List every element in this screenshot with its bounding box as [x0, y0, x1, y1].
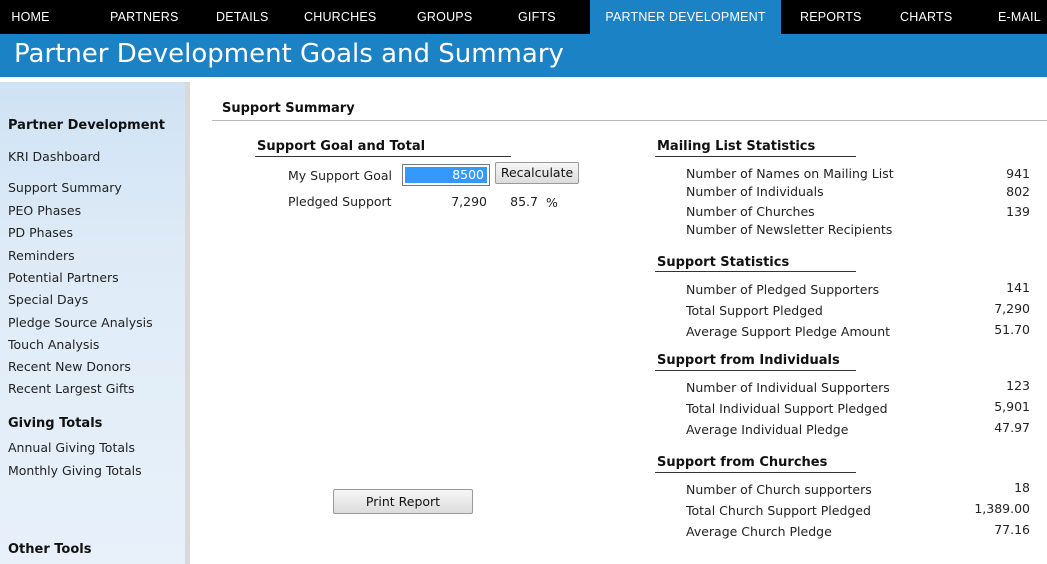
stat-label: Number of Individuals	[686, 184, 824, 199]
support-goal-underline	[255, 156, 511, 157]
sidebar-item-support-summary[interactable]: Support Summary	[8, 180, 122, 195]
stat-value: 141	[1006, 280, 1030, 295]
stat-label: Number of Pledged Supporters	[686, 282, 880, 297]
sidebar-item-annual-giving-totals[interactable]: Annual Giving Totals	[8, 440, 135, 455]
sidebar-item-special-days[interactable]: Special Days	[8, 292, 88, 307]
nav-churches[interactable]: CHURCHES	[304, 0, 376, 34]
stat-label: Total Support Pledged	[686, 303, 823, 318]
stat-label: Average Church Pledge	[686, 524, 832, 539]
nav-email[interactable]: E-MAIL	[998, 0, 1041, 34]
stat-label: Average Support Pledge Amount	[686, 324, 891, 339]
section-title: Support Summary	[222, 101, 355, 116]
stat-value: 18	[1014, 480, 1030, 495]
support-goal-value: 8500	[405, 167, 487, 183]
nav-details[interactable]: DETAILS	[216, 0, 269, 34]
support-statistics-underline	[655, 271, 856, 272]
sidebar-item-pledge-source-analysis[interactable]: Pledge Source Analysis	[8, 315, 153, 330]
stat-value: 1,389.00	[974, 501, 1030, 516]
sidebar-heading-giving-totals: Giving Totals	[8, 416, 103, 431]
stat-label: Number of Individual Supporters	[686, 380, 890, 395]
stat-value: 51.70	[994, 322, 1030, 337]
sidebar-item-reminders[interactable]: Reminders	[8, 248, 75, 263]
sidebar-item-monthly-giving-totals[interactable]: Monthly Giving Totals	[8, 463, 142, 478]
recalculate-button[interactable]: Recalculate	[495, 162, 579, 184]
stat-value: 123	[1006, 378, 1030, 393]
nav-reports[interactable]: REPORTS	[800, 0, 862, 34]
support-goal-heading: Support Goal and Total	[257, 139, 426, 154]
sidebar-heading-other-tools: Other Tools	[8, 542, 92, 557]
sidebar: Partner Development KRI Dashboard Suppor…	[0, 82, 190, 564]
nav-groups[interactable]: GROUPS	[417, 0, 472, 34]
support-goal-label: My Support Goal	[288, 168, 393, 183]
print-report-button[interactable]: Print Report	[333, 489, 473, 514]
sidebar-item-peo-phases[interactable]: PEO Phases	[8, 203, 81, 218]
nav-partner-development[interactable]: PARTNER DEVELOPMENT	[590, 0, 781, 34]
support-statistics-heading: Support Statistics	[657, 255, 790, 270]
section-divider	[212, 120, 1047, 121]
stat-value: 139	[1006, 204, 1030, 219]
sidebar-item-pd-phases[interactable]: PD Phases	[8, 225, 73, 240]
top-navigation: HOME PARTNERS DETAILS CHURCHES GROUPS GI…	[0, 0, 1047, 34]
stat-label: Number of Church supporters	[686, 482, 872, 497]
support-from-individuals-heading: Support from Individuals	[657, 353, 840, 368]
stat-value: 5,901	[994, 399, 1030, 414]
nav-partners[interactable]: PARTNERS	[110, 0, 179, 34]
pledged-support-value: 7,290	[451, 194, 487, 209]
page-title: Partner Development Goals and Summary	[14, 39, 564, 69]
pledged-support-label: Pledged Support	[288, 194, 392, 209]
stat-label: Number of Churches	[686, 204, 815, 219]
nav-charts[interactable]: CHARTS	[900, 0, 952, 34]
nav-home[interactable]: HOME	[0, 0, 61, 34]
stat-value: 802	[1006, 184, 1030, 199]
sidebar-item-kri-dashboard[interactable]: KRI Dashboard	[8, 149, 100, 164]
support-from-churches-heading: Support from Churches	[657, 455, 828, 470]
support-from-individuals-underline	[655, 370, 856, 371]
sidebar-heading-partner-development: Partner Development	[8, 118, 166, 133]
stat-label: Number of Names on Mailing List	[686, 166, 894, 181]
sidebar-item-recent-new-donors[interactable]: Recent New Donors	[8, 359, 131, 374]
sidebar-item-potential-partners[interactable]: Potential Partners	[8, 270, 119, 285]
stat-label: Average Individual Pledge	[686, 422, 849, 437]
stat-value: 941	[1006, 166, 1030, 181]
mailing-list-statistics-heading: Mailing List Statistics	[657, 139, 816, 154]
pledged-support-percent: 85.7	[510, 194, 538, 209]
sidebar-item-recent-largest-gifts[interactable]: Recent Largest Gifts	[8, 381, 134, 396]
title-bar: Partner Development Goals and Summary	[0, 34, 1047, 77]
support-goal-input[interactable]: 8500	[402, 164, 490, 186]
sidebar-item-touch-analysis[interactable]: Touch Analysis	[8, 337, 99, 352]
stat-label: Number of Newsletter Recipients	[686, 222, 893, 237]
stat-label: Total Church Support Pledged	[686, 503, 871, 518]
percent-sign: %	[546, 195, 558, 210]
support-from-churches-underline	[655, 472, 856, 473]
mailing-list-statistics-underline	[655, 156, 856, 157]
nav-gifts[interactable]: GIFTS	[518, 0, 556, 34]
stat-label: Total Individual Support Pledged	[686, 401, 888, 416]
stat-value: 47.97	[994, 420, 1030, 435]
stat-value: 77.16	[994, 522, 1030, 537]
stat-value: 7,290	[994, 301, 1030, 316]
